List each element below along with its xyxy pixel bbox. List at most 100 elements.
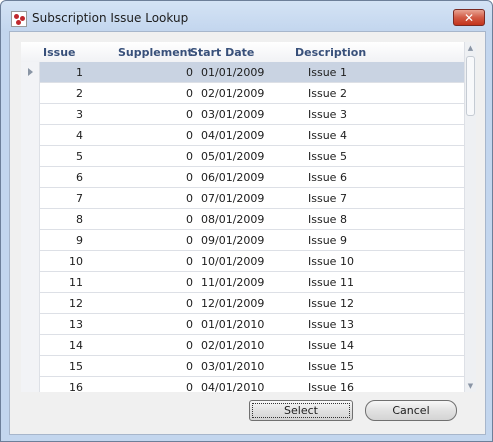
table-row[interactable]: 10 0 10/01/2009 Issue 10 xyxy=(21,251,464,272)
description-cell: Issue 9 xyxy=(308,234,347,247)
description-cell: Issue 3 xyxy=(308,108,347,121)
select-button[interactable]: Select xyxy=(249,400,353,421)
supplement-cell: 0 xyxy=(186,318,193,331)
start-date-cell: 05/01/2009 xyxy=(201,150,265,163)
row-header[interactable] xyxy=(21,377,40,392)
row-header[interactable] xyxy=(21,272,40,293)
row-header[interactable] xyxy=(21,356,40,377)
supplement-cell: 0 xyxy=(186,192,193,205)
column-header-start-date[interactable]: Start Date xyxy=(190,46,254,59)
supplement-cell: 0 xyxy=(186,339,193,352)
table-row[interactable]: 12 0 12/01/2009 Issue 12 xyxy=(21,293,464,314)
start-date-cell: 07/01/2009 xyxy=(201,192,265,205)
description-cell: Issue 14 xyxy=(308,339,354,352)
description-cell: Issue 7 xyxy=(308,192,347,205)
issue-cell: 13 xyxy=(69,318,83,331)
table-row[interactable]: 3 0 03/01/2009 Issue 3 xyxy=(21,104,464,125)
issue-cell: 14 xyxy=(69,339,83,352)
close-button[interactable]: ✕ xyxy=(453,9,485,26)
description-cell: Issue 2 xyxy=(308,87,347,100)
row-header[interactable] xyxy=(21,104,40,125)
table-row[interactable]: 7 0 07/01/2009 Issue 7 xyxy=(21,188,464,209)
description-cell: Issue 11 xyxy=(308,276,354,289)
issue-cell: 3 xyxy=(76,108,83,121)
row-header[interactable] xyxy=(21,188,40,209)
table-row[interactable]: 16 0 04/01/2010 Issue 16 xyxy=(21,377,464,392)
issue-cell: 5 xyxy=(76,150,83,163)
dialog-body: Issue Supplement Start Date Description … xyxy=(9,31,486,435)
issue-grid[interactable]: Issue Supplement Start Date Description … xyxy=(21,42,476,392)
issue-cell: 2 xyxy=(76,87,83,100)
row-pointer-icon xyxy=(28,68,33,76)
issue-cell: 6 xyxy=(76,171,83,184)
description-cell: Issue 1 xyxy=(308,66,347,79)
start-date-cell: 10/01/2009 xyxy=(201,255,265,268)
start-date-cell: 02/01/2010 xyxy=(201,339,265,352)
start-date-cell: 09/01/2009 xyxy=(201,234,265,247)
start-date-cell: 06/01/2009 xyxy=(201,171,265,184)
row-header[interactable] xyxy=(21,167,40,188)
description-cell: Issue 13 xyxy=(308,318,354,331)
scroll-up-icon[interactable]: ▲ xyxy=(465,42,476,54)
description-cell: Issue 6 xyxy=(308,171,347,184)
scroll-thumb[interactable] xyxy=(466,56,475,116)
start-date-cell: 04/01/2010 xyxy=(201,381,265,392)
table-row[interactable]: 5 0 05/01/2009 Issue 5 xyxy=(21,146,464,167)
description-cell: Issue 12 xyxy=(308,297,354,310)
table-row[interactable]: 11 0 11/01/2009 Issue 11 xyxy=(21,272,464,293)
start-date-cell: 01/01/2009 xyxy=(201,66,265,79)
description-cell: Issue 8 xyxy=(308,213,347,226)
vertical-scrollbar[interactable]: ▲ ▼ xyxy=(464,42,476,392)
dialog-window: Subscription Issue Lookup ✕ Issue Supple… xyxy=(0,0,493,442)
description-cell: Issue 10 xyxy=(308,255,354,268)
row-header[interactable] xyxy=(21,125,40,146)
table-row[interactable]: 9 0 09/01/2009 Issue 9 xyxy=(21,230,464,251)
column-header-description[interactable]: Description xyxy=(295,46,366,59)
column-header-issue[interactable]: Issue xyxy=(43,46,75,59)
supplement-cell: 0 xyxy=(186,276,193,289)
table-row[interactable]: 1 0 01/01/2009 Issue 1 xyxy=(21,62,464,83)
table-row[interactable]: 4 0 04/01/2009 Issue 4 xyxy=(21,125,464,146)
issue-cell: 7 xyxy=(76,192,83,205)
row-header[interactable] xyxy=(21,146,40,167)
cancel-button[interactable]: Cancel xyxy=(365,400,457,421)
start-date-cell: 12/01/2009 xyxy=(201,297,265,310)
start-date-cell: 08/01/2009 xyxy=(201,213,265,226)
description-cell: Issue 15 xyxy=(308,360,354,373)
table-row[interactable]: 14 0 02/01/2010 Issue 14 xyxy=(21,335,464,356)
supplement-cell: 0 xyxy=(186,66,193,79)
row-header[interactable] xyxy=(21,230,40,251)
row-header[interactable] xyxy=(21,251,40,272)
issue-cell: 15 xyxy=(69,360,83,373)
start-date-cell: 03/01/2009 xyxy=(201,108,265,121)
row-header[interactable] xyxy=(21,335,40,356)
table-row[interactable]: 13 0 01/01/2010 Issue 13 xyxy=(21,314,464,335)
supplement-cell: 0 xyxy=(186,108,193,121)
table-row[interactable]: 15 0 03/01/2010 Issue 15 xyxy=(21,356,464,377)
title-bar[interactable]: Subscription Issue Lookup ✕ xyxy=(1,1,492,35)
row-header[interactable] xyxy=(21,62,40,83)
start-date-cell: 02/01/2009 xyxy=(201,87,265,100)
start-date-cell: 01/01/2010 xyxy=(201,318,265,331)
table-row[interactable]: 8 0 08/01/2009 Issue 8 xyxy=(21,209,464,230)
grid-header: Issue Supplement Start Date Description xyxy=(21,42,476,62)
supplement-cell: 0 xyxy=(186,150,193,163)
supplement-cell: 0 xyxy=(186,129,193,142)
issue-cell: 4 xyxy=(76,129,83,142)
table-row[interactable]: 6 0 06/01/2009 Issue 6 xyxy=(21,167,464,188)
issue-cell: 12 xyxy=(69,297,83,310)
row-header[interactable] xyxy=(21,83,40,104)
start-date-cell: 11/01/2009 xyxy=(201,276,265,289)
window-title: Subscription Issue Lookup xyxy=(32,11,189,25)
supplement-cell: 0 xyxy=(186,360,193,373)
description-cell: Issue 4 xyxy=(308,129,347,142)
scroll-down-icon[interactable]: ▼ xyxy=(465,380,476,392)
row-header[interactable] xyxy=(21,293,40,314)
supplement-cell: 0 xyxy=(186,234,193,247)
column-header-supplement[interactable]: Supplement xyxy=(118,46,193,59)
row-header[interactable] xyxy=(21,209,40,230)
supplement-cell: 0 xyxy=(186,171,193,184)
table-row[interactable]: 2 0 02/01/2009 Issue 2 xyxy=(21,83,464,104)
row-header[interactable] xyxy=(21,314,40,335)
supplement-cell: 0 xyxy=(186,297,193,310)
